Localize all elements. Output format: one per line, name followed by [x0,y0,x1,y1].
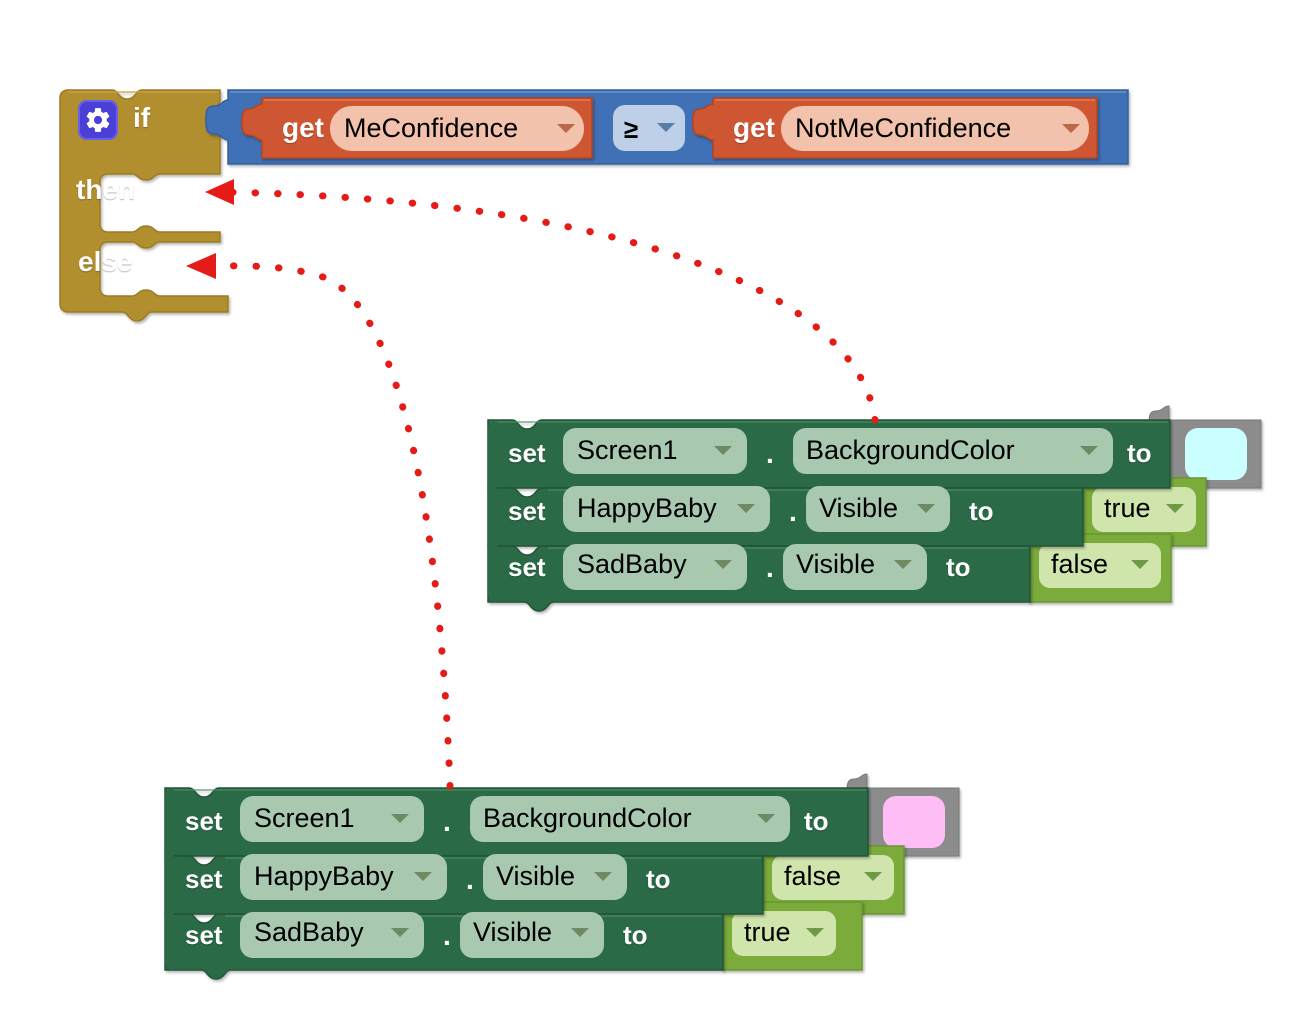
to-label: to [804,806,829,836]
get-label-right: get [733,112,775,143]
property-name[interactable]: BackgroundColor [806,437,1015,464]
operator-value[interactable]: ≥ [624,116,638,142]
dot-separator: . [443,806,451,837]
set-label: set [508,552,546,582]
chevron-down-icon[interactable] [657,123,675,132]
chevron-down-icon[interactable] [571,928,589,937]
to-label: to [969,496,994,526]
component-name[interactable]: HappyBaby [254,863,394,890]
property-name[interactable]: Visible [796,551,875,578]
property-name[interactable]: Visible [473,919,552,946]
property-name[interactable]: Visible [819,495,898,522]
chevron-down-icon[interactable] [594,872,612,881]
chevron-down-icon[interactable] [714,446,732,455]
chevron-down-icon[interactable] [757,814,775,823]
chevron-down-icon[interactable] [557,124,575,133]
set-label: set [185,920,223,950]
gear-icon[interactable] [78,100,118,140]
set-label: set [185,864,223,894]
dot-separator: . [789,496,797,527]
chevron-down-icon[interactable] [714,560,732,569]
chevron-down-icon[interactable] [894,560,912,569]
component-name[interactable]: SadBaby [254,919,364,946]
dot-separator: . [443,920,451,951]
dot-separator: . [766,552,774,583]
dot-separator: . [766,438,774,469]
component-name[interactable]: Screen1 [254,805,355,832]
property-name[interactable]: Visible [496,863,575,890]
chevron-down-icon[interactable] [1062,124,1080,133]
set-label: set [508,438,546,468]
boolean-value[interactable]: false [1051,551,1108,578]
if-label: if [133,102,151,133]
to-label: to [623,920,648,950]
else-label: else [78,246,133,277]
chevron-down-icon[interactable] [864,872,882,881]
get-label-left: get [282,112,324,143]
chevron-down-icon[interactable] [737,504,755,513]
then-label: then [76,174,136,205]
component-name[interactable]: Screen1 [577,437,678,464]
chevron-down-icon[interactable] [806,928,824,937]
dot-separator: . [466,864,474,895]
variable-name-left[interactable]: MeConfidence [344,115,518,142]
chevron-down-icon[interactable] [1080,446,1098,455]
chevron-down-icon[interactable] [1166,504,1184,513]
chevron-down-icon[interactable] [391,928,409,937]
component-name[interactable]: HappyBaby [577,495,717,522]
to-label: to [1127,438,1152,468]
component-name[interactable]: SadBaby [577,551,687,578]
boolean-value[interactable]: true [1104,495,1151,522]
chevron-down-icon[interactable] [391,814,409,823]
chevron-down-icon[interactable] [917,504,935,513]
property-name[interactable]: BackgroundColor [483,805,692,832]
chevron-down-icon[interactable] [1131,560,1149,569]
to-label: to [646,864,671,894]
boolean-value[interactable]: false [784,863,841,890]
boolean-value[interactable]: true [744,919,791,946]
chevron-down-icon[interactable] [414,872,432,881]
set-label: set [508,496,546,526]
set-label: set [185,806,223,836]
variable-name-right[interactable]: NotMeConfidence [795,115,1011,142]
to-label: to [946,552,971,582]
